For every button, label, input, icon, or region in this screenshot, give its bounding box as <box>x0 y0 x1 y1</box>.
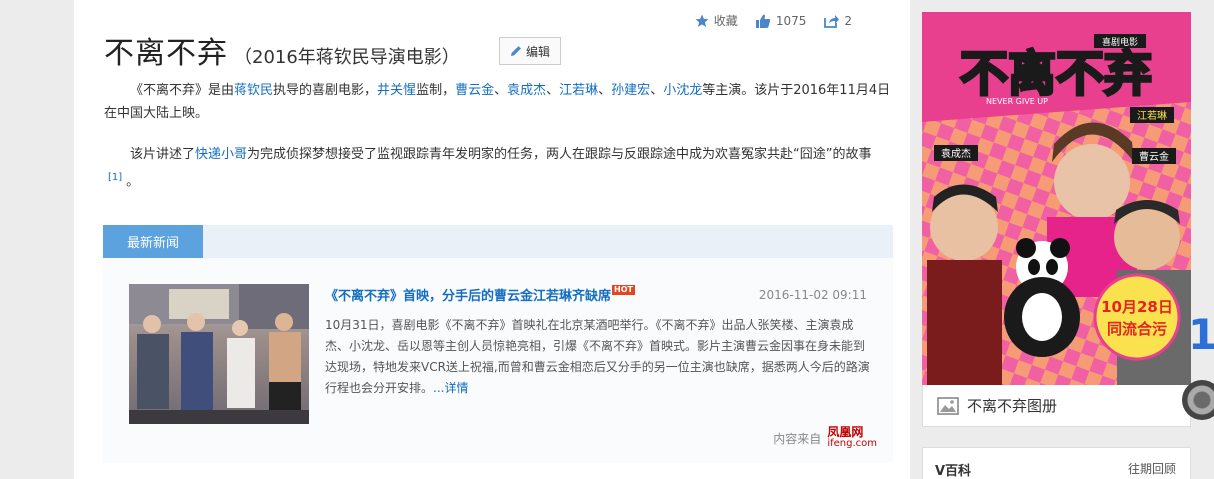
link-cast-5[interactable]: 小沈龙 <box>663 83 702 98</box>
tab-latest-news[interactable]: 最新新闻 <box>103 225 203 258</box>
ifeng-logo-cn: 凤凰网 <box>827 425 864 439</box>
like-count: 1075 <box>775 13 807 28</box>
link-cast-4[interactable]: 孙建宏 <box>611 83 650 98</box>
text-fragment: 为完成侦探梦想接受了监视跟踪青年发明家的任务，两人在跟踪与反跟踪途中成为欢喜冤家… <box>247 147 872 162</box>
intro-paragraph-1: 《不离不弃》是由蒋钦民执导的喜剧电影，井关惺监制，曹云金、袁成杰、江若琳、孙建宏… <box>104 79 894 125</box>
text-fragment: 《不离不弃》是由 <box>130 83 235 98</box>
thumbs-up-icon <box>755 14 770 28</box>
poster-english-title: NEVER GIVE UP <box>986 97 1048 106</box>
pencil-icon <box>510 46 521 56</box>
title-subtitle: （2016年蒋钦民导演电影） <box>234 47 460 68</box>
news-thumbnail[interactable] <box>129 284 309 424</box>
poster-name-3: 曹云金 <box>1139 150 1169 163</box>
photo-album-link[interactable]: 不离不弃图册 <box>922 385 1191 427</box>
link-cast-2[interactable]: 袁成杰 <box>507 83 546 98</box>
movie-poster[interactable]: 不离不弃 NEVER GIVE UP 喜剧电影 江若琳 袁成杰 曹云金 10月2… <box>922 12 1191 385</box>
text-fragment: 。 <box>126 174 140 190</box>
right-sidebar: 不离不弃 NEVER GIVE UP 喜剧电影 江若琳 袁成杰 曹云金 10月2… <box>922 12 1192 479</box>
text-fragment: 监制， <box>416 83 456 98</box>
text-fragment: 、 <box>546 83 560 98</box>
link-courier[interactable]: 快递小哥 <box>195 147 247 162</box>
news-summary-text: 10月31日，喜剧电影《不离不弃》首映礼在北京某酒吧举行。《不离不弃》出品人张笑… <box>325 318 870 395</box>
text-fragment: 执导的喜剧电影， <box>273 83 378 98</box>
side-ad-number[interactable]: 10 <box>1188 310 1214 359</box>
news-title-text: 《不离不弃》首映，分手后的曹云金江若琳齐缺席 <box>325 289 612 304</box>
premiere-photo-image <box>129 284 309 424</box>
like-button[interactable]: 1075 <box>755 13 807 28</box>
edit-button[interactable]: 编辑 <box>499 37 561 65</box>
news-summary: 10月31日，喜剧电影《不离不弃》首映礼在北京某酒吧举行。《不离不弃》出品人张笑… <box>325 315 870 399</box>
link-cast-1[interactable]: 曹云金 <box>455 83 494 98</box>
news-date: 2016-11-02 09:11 <box>758 288 867 302</box>
favorite-button[interactable]: 收藏 <box>695 12 738 29</box>
intro-paragraph-2: 该片讲述了快递小哥为完成侦探梦想接受了监视跟踪青年发明家的任务，两人在跟踪与反跟… <box>104 143 894 193</box>
poster-release-tagline: 同流合污 <box>1107 320 1167 338</box>
page-title: 不离不弃 （2016年蒋钦民导演电影） <box>104 28 460 72</box>
main-content: 收藏 1075 2 不离不弃 （2016年蒋钦民导演电影） 编辑 《不离不弃》是… <box>74 0 910 479</box>
share-button[interactable]: 2 <box>824 14 852 28</box>
news-source: 内容来自 凤凰网 ifeng.com <box>773 426 877 450</box>
title-main: 不离不弃 <box>104 36 228 71</box>
share-count: 2 <box>844 13 852 28</box>
image-album-icon <box>937 396 959 415</box>
vbaike-history-link[interactable]: 往期回顾 <box>1128 460 1176 477</box>
poster-name-1: 江若琳 <box>1137 109 1167 122</box>
news-more-link[interactable]: ...详情 <box>433 381 468 395</box>
album-label: 不离不弃图册 <box>967 397 1058 415</box>
reference-link[interactable]: [1] <box>108 172 122 183</box>
vbaike-panel: V百科 往期回顾 <box>922 447 1191 479</box>
source-label: 内容来自 <box>773 431 822 446</box>
poster-title-art: 不离不弃 <box>960 46 1152 102</box>
floating-camera-widget[interactable] <box>1182 380 1214 420</box>
link-supervisor[interactable]: 井关惺 <box>377 83 416 98</box>
hot-badge: HOT <box>612 285 635 295</box>
vbaike-title: V百科 <box>935 464 972 479</box>
text-fragment: 该片讲述了 <box>130 147 196 162</box>
text-fragment: 、 <box>494 83 508 98</box>
news-title-link[interactable]: 《不离不弃》首映，分手后的曹云金江若琳齐缺席 HOT <box>325 285 635 304</box>
top-actions: 收藏 1075 2 <box>695 12 852 29</box>
news-item: 《不离不弃》首映，分手后的曹云金江若琳齐缺席 HOT 2016-11-02 09:… <box>103 258 893 463</box>
link-director[interactable]: 蒋钦民 <box>234 83 273 98</box>
text-fragment: 、 <box>598 83 612 98</box>
movie-poster-image: 不离不弃 NEVER GIVE UP 喜剧电影 江若琳 袁成杰 曹云金 10月2… <box>922 12 1191 385</box>
ifeng-logo-en: ifeng.com <box>827 438 877 449</box>
favorite-label: 收藏 <box>713 14 738 28</box>
news-tabbar <box>103 225 893 258</box>
poster-genre-badge: 喜剧电影 <box>1102 36 1138 48</box>
share-icon <box>824 14 840 28</box>
ifeng-logo[interactable]: 凤凰网 ifeng.com <box>827 426 877 450</box>
poster-name-2: 袁成杰 <box>941 148 971 160</box>
news-section: 最新新闻 《不离不弃》首映，分手后的曹云金江若琳齐缺席 HOT 2016-11-… <box>103 225 893 463</box>
edit-label: 编辑 <box>525 44 550 59</box>
star-icon <box>695 14 709 27</box>
link-cast-3[interactable]: 江若琳 <box>559 83 598 98</box>
text-fragment: 、 <box>650 83 664 98</box>
poster-release-date: 10月28日 <box>1101 298 1173 316</box>
